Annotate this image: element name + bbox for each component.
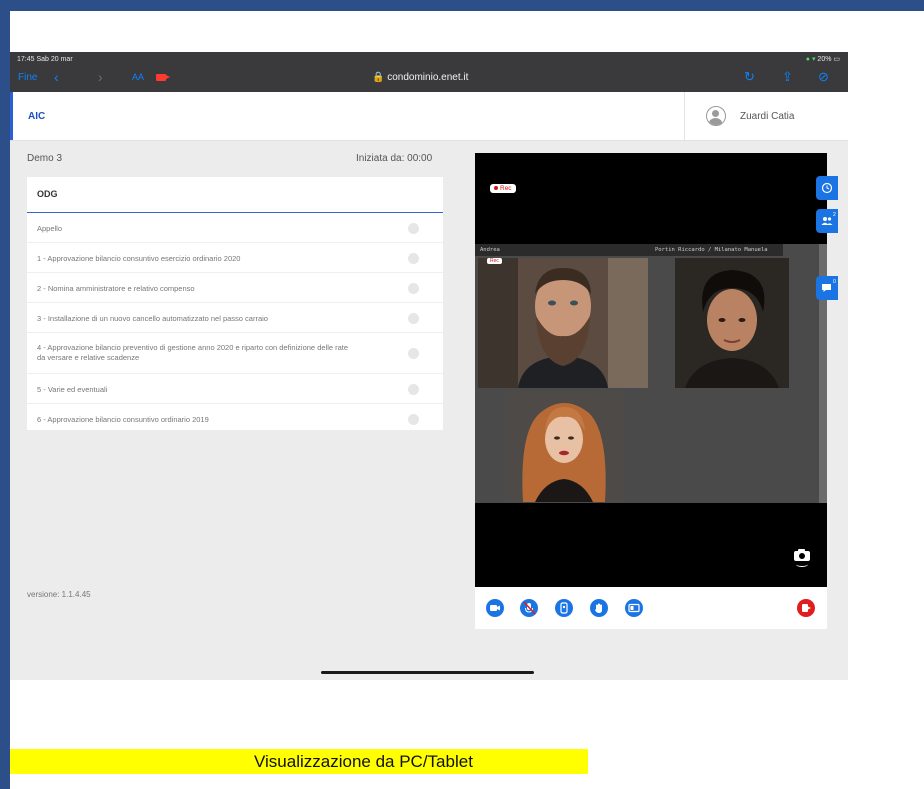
vote-button[interactable] [555, 599, 573, 617]
agenda-item-label: 5 - Varie ed eventuali [37, 385, 108, 394]
agenda-panel: ODG Appello 1 - Approvazione bilancio co… [27, 177, 443, 430]
agenda-item[interactable]: 6 - Approvazione bilancio consuntivo ord… [27, 404, 443, 434]
agenda-item[interactable]: 2 - Nomina amministratore e relativo com… [27, 273, 443, 303]
app-header: AIC Zuardi Catia [10, 92, 848, 141]
agenda-title: ODG [37, 189, 58, 199]
call-controls [475, 587, 827, 629]
caption-highlight: Visualizzazione da PC/Tablet [10, 749, 588, 774]
participants-button[interactable]: 2 [816, 209, 838, 233]
url-bar[interactable]: 🔒 condominio.enet.it [372, 72, 468, 83]
home-indicator [321, 671, 534, 674]
video-camera-icon [490, 605, 500, 611]
compass-icon[interactable]: ⊘ [818, 69, 829, 85]
user-avatar-icon[interactable] [706, 106, 726, 126]
participants-count: 2 [833, 212, 836, 218]
switch-camera-icon[interactable] [793, 549, 811, 567]
meeting-started: Iniziata da: 00:00 [356, 153, 433, 164]
share-icon[interactable]: ⇪ [782, 69, 793, 85]
wifi-icon: ● ▾ [805, 56, 816, 63]
agenda-item-label: 1 - Approvazione bilancio consuntivo ese… [37, 254, 241, 263]
recording-badge: Rec [490, 184, 516, 193]
chat-button[interactable]: 0 [816, 276, 838, 300]
frame-left-border [0, 0, 10, 789]
agenda-status-dot [408, 253, 419, 264]
agenda-status-dot [408, 414, 419, 425]
caption-text: Visualizzazione da PC/Tablet [254, 752, 473, 771]
reload-icon[interactable]: ↻ [744, 69, 755, 85]
participant-photo [478, 258, 648, 388]
participant-name-bar: Portin Riccardo / Milanato Manuela [650, 244, 783, 256]
battery-indicator: ● ▾ 20% ▭ [805, 56, 840, 63]
status-time: 17:45 Sab 20 mar [17, 56, 73, 63]
header-accent [10, 92, 13, 140]
agenda-item-label: 3 - Installazione di un nuovo cancello a… [37, 314, 268, 323]
camera-toggle-button[interactable] [486, 599, 504, 617]
participant-name: Andrea [480, 247, 500, 253]
app-brand[interactable]: AIC [28, 111, 45, 122]
recording-label: Rec [500, 185, 512, 192]
status-bar: 17:45 Sab 20 mar ● ▾ 20% ▭ Fine ‹ › AA 🔒… [10, 52, 848, 92]
frame-top-border [0, 0, 924, 11]
microphone-off-icon [523, 601, 536, 615]
app-version: versione: 1.1.4.45 [27, 590, 91, 599]
header-divider [684, 92, 685, 140]
history-icon [821, 182, 833, 194]
chat-count: 0 [833, 279, 836, 285]
remote-icon [560, 602, 568, 614]
leave-meeting-button[interactable] [797, 599, 815, 617]
tablet-screenshot: 17:45 Sab 20 mar ● ▾ 20% ▭ Fine ‹ › AA 🔒… [10, 52, 848, 680]
agenda-item[interactable]: Appello [27, 213, 443, 243]
agenda-status-dot [408, 283, 419, 294]
battery-level: 20% [817, 56, 832, 63]
screen-layout-button[interactable] [625, 599, 643, 617]
history-button[interactable] [816, 176, 838, 200]
participants-grid: Andrea Portin Riccardo / Milanato Manuel… [475, 244, 827, 503]
agenda-item-label: 2 - Nomina amministratore e relativo com… [37, 284, 195, 293]
agenda-item-label: 6 - Approvazione bilancio consuntivo ord… [37, 415, 209, 424]
agenda-item-label: 4 - Approvazione bilancio preventivo di … [37, 343, 349, 362]
participant-photo [505, 391, 623, 502]
screen-icon [628, 603, 640, 613]
record-icon [494, 186, 498, 191]
participant-name-bar: Andrea [475, 244, 650, 256]
raise-hand-button[interactable] [590, 599, 608, 617]
camera-indicator-icon [156, 74, 170, 81]
participant-photo [675, 258, 789, 388]
participant-name: Portin Riccardo / Milanato Manuela [655, 247, 768, 253]
switch-camera-arrow [796, 562, 808, 567]
agenda-status-dot [408, 223, 419, 234]
text-size-button[interactable]: AA [132, 72, 144, 82]
participant-video-andrea[interactable] [478, 258, 648, 388]
agenda-item[interactable]: 1 - Approvazione bilancio consuntivo ese… [27, 243, 443, 273]
user-name[interactable]: Zuardi Catia [740, 111, 794, 122]
agenda-status-dot [408, 384, 419, 395]
tile-recording-label: Rec [490, 258, 499, 264]
participant-video-manuela[interactable] [505, 391, 623, 502]
participant-video-riccardo[interactable] [675, 258, 789, 388]
url-text: condominio.enet.it [387, 72, 469, 83]
agenda-item[interactable]: 4 - Approvazione bilancio preventivo di … [27, 333, 443, 374]
agenda-status-dot [408, 313, 419, 324]
microphone-toggle-button[interactable] [520, 599, 538, 617]
meeting-title: Demo 3 [27, 153, 63, 164]
switch-camera-lens [799, 553, 805, 559]
exit-icon [802, 604, 811, 612]
agenda-item[interactable]: 3 - Installazione di un nuovo cancello a… [27, 303, 443, 333]
done-button[interactable]: Fine [18, 72, 37, 83]
agenda-header: ODG [27, 177, 443, 213]
hand-icon [595, 603, 602, 613]
agenda-item[interactable]: 5 - Varie ed eventuali [27, 374, 443, 404]
forward-icon[interactable]: › [98, 69, 103, 85]
agenda-item-label: Appello [37, 224, 63, 233]
video-panel: Rec Andrea Portin Riccardo / Milanato Ma… [475, 153, 827, 587]
tile-recording-badge: Rec [487, 258, 502, 264]
agenda-status-dot [408, 348, 419, 359]
back-icon[interactable]: ‹ [54, 69, 59, 85]
